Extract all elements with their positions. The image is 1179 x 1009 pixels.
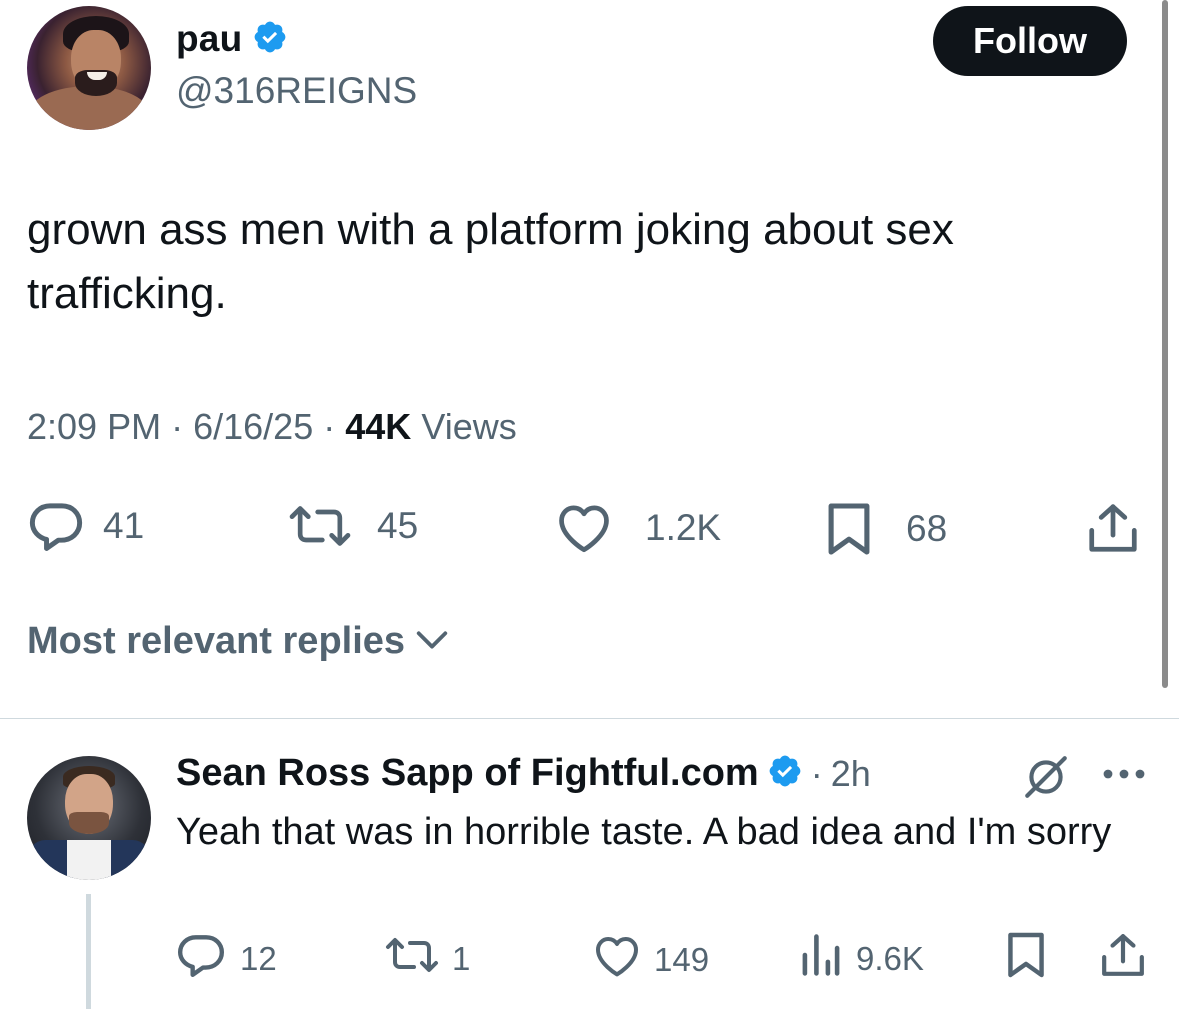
reply-views-action[interactable]: 9.6K xyxy=(800,932,924,986)
repost-count: 45 xyxy=(377,505,419,546)
repost-icon xyxy=(382,934,442,984)
reply-icon xyxy=(176,932,226,986)
verified-badge-icon xyxy=(252,19,288,60)
reply-like-count: 149 xyxy=(654,941,710,978)
reply-reply-count: 12 xyxy=(240,940,277,977)
share-button[interactable] xyxy=(1086,502,1140,554)
reply-text: Yeah that was in horrible taste. A bad i… xyxy=(176,811,1112,853)
heart-icon xyxy=(592,934,642,986)
follow-button[interactable]: Follow xyxy=(933,6,1127,76)
reply-repost-count: 1 xyxy=(452,940,471,977)
bookmark-icon xyxy=(1006,930,1046,988)
thread-line xyxy=(86,894,91,1009)
scrollbar[interactable] xyxy=(1162,0,1168,688)
tweet-time[interactable]: 2:09 PM xyxy=(27,406,161,447)
bookmark-icon xyxy=(826,500,872,558)
author-name-row: pau xyxy=(176,18,288,60)
separator: · xyxy=(323,406,336,447)
chevron-down-icon xyxy=(413,620,451,663)
author-name[interactable]: pau xyxy=(176,18,242,60)
verified-badge-icon xyxy=(767,753,803,794)
tweet-date[interactable]: 6/16/25 xyxy=(193,406,313,447)
bookmark-action[interactable]: 68 xyxy=(826,500,947,558)
reply-icon xyxy=(27,500,85,552)
share-icon xyxy=(1100,932,1146,986)
tweet-meta: 2:09 PM · 6/16/25 · 44K Views xyxy=(27,406,517,448)
divider xyxy=(0,718,1179,719)
reply-bookmark-button[interactable] xyxy=(1006,930,1046,988)
reply-reply-action[interactable]: 12 xyxy=(176,932,277,986)
replies-sort-dropdown[interactable]: Most relevant replies xyxy=(27,620,451,663)
repost-icon xyxy=(285,502,355,550)
reply-views-count: 9.6K xyxy=(856,940,924,977)
replies-sort-label: Most relevant replies xyxy=(27,620,406,662)
share-icon xyxy=(1086,502,1140,554)
heart-icon xyxy=(555,502,613,554)
like-count: 1.2K xyxy=(645,507,722,548)
separator: · xyxy=(810,752,823,794)
separator: · xyxy=(171,406,184,447)
author-handle[interactable]: @316REIGNS xyxy=(176,70,417,112)
grok-icon[interactable] xyxy=(1020,752,1072,807)
analytics-icon xyxy=(800,932,842,986)
reply-count: 41 xyxy=(103,505,145,546)
like-action[interactable]: 1.2K xyxy=(555,502,721,554)
reply-repost-action[interactable]: 1 xyxy=(382,934,470,984)
views-count: 44K xyxy=(345,406,412,447)
reply-action[interactable]: 41 xyxy=(27,500,144,552)
reply-age[interactable]: 2h xyxy=(831,753,871,795)
bookmark-count: 68 xyxy=(906,508,948,549)
more-options-icon[interactable] xyxy=(1100,760,1148,793)
reply-author-avatar[interactable] xyxy=(27,756,151,880)
tweet-text: grown ass men with a platform joking abo… xyxy=(27,205,954,318)
repost-action[interactable]: 45 xyxy=(285,502,418,550)
reply-share-button[interactable] xyxy=(1100,932,1146,986)
reply-header: Sean Ross Sapp of Fightful.com · 2h xyxy=(176,752,871,795)
views-label: Views xyxy=(421,406,517,447)
author-avatar[interactable] xyxy=(27,6,151,130)
reply-like-action[interactable]: 149 xyxy=(592,934,709,986)
reply-author-name[interactable]: Sean Ross Sapp of Fightful.com xyxy=(176,752,759,795)
